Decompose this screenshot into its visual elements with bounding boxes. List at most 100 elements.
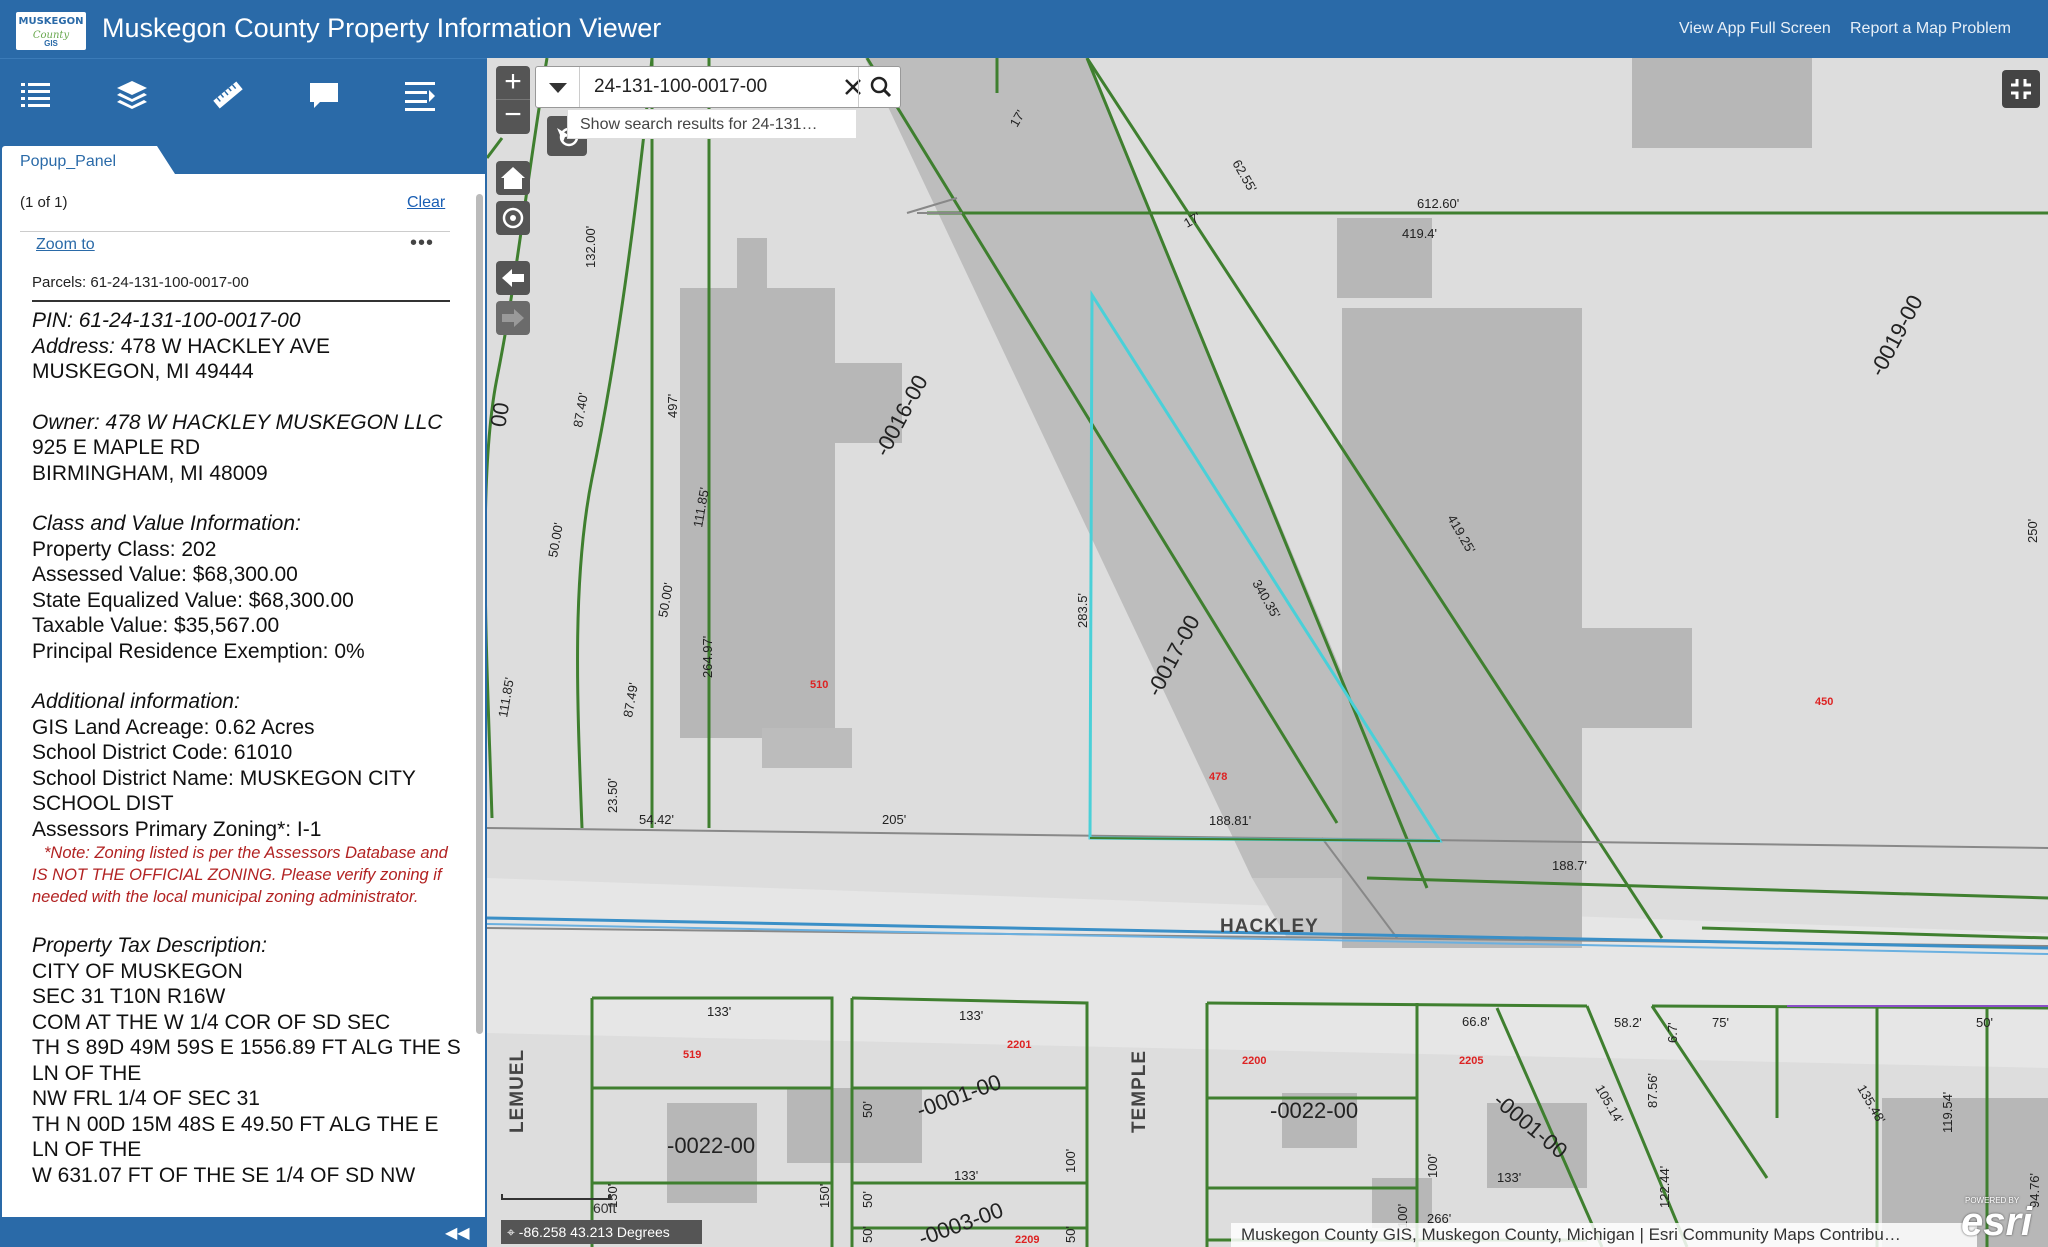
pin-label: PIN: [32,309,73,332]
tax-desc-line: NW FRL 1/4 OF SEC 31 [32,1087,260,1110]
dimension-label: 497' [665,394,680,418]
search-input[interactable] [580,67,840,107]
assessed-value: Assessed Value: $68,300.00 [32,563,298,586]
parcel-label: -0001-00 [913,1069,1004,1123]
address-line2: MUSKEGON, MI 49444 [32,360,254,383]
divider [32,300,450,302]
view-full-screen-link[interactable]: View App Full Screen [1679,20,1831,38]
scale-bar: 60ft [501,1194,616,1216]
address-line1: 478 W HACKLEY AVE [120,334,331,358]
owner-address-line2: BIRMINGHAM, MI 48009 [32,461,268,485]
school-district-code: School District Code: 61010 [32,741,293,764]
divider [20,231,450,232]
dimension-label: 150' [817,1184,832,1208]
zoom-in-button[interactable]: + [496,66,530,100]
logo-text-gis: GIS [44,39,58,48]
dimension-label: 50.00' [655,581,676,618]
owner-name: 478 W HACKLEY MUSKEGON LLC [105,410,443,434]
dimension-label: 111.85' [690,486,712,528]
dimension-label: 133' [707,1004,731,1019]
tax-description-heading: Property Tax Description: [32,934,267,957]
dimension-label: 250' [2025,519,2040,543]
address-label: Address: [32,334,115,358]
dimension-label: 105.14' [1592,1082,1626,1126]
street-label-temple: TEMPLE [1129,1050,1150,1133]
next-extent-button[interactable] [496,301,530,335]
tax-desc-line: TH S 89D 49M 59S E 1556.89 FT ALG THE S … [32,1036,461,1085]
search-suggestion-item[interactable]: Show search results for 24-131… [567,109,857,139]
address-number: 2201 [1007,1039,1031,1051]
popup-panel-body: (1 of 1) Clear Zoom to ••• Parcels: 61-2… [2,174,485,1217]
search-source-dropdown[interactable] [536,67,580,107]
parcel-label: -0022-00 [1270,1098,1358,1123]
street-label-hackley: HACKLEY [1220,916,1319,937]
property-class: Property Class: 202 [32,537,217,561]
tax-desc-line: CITY OF MUSKEGON [32,959,243,983]
panel-scrollbar[interactable] [476,194,483,1034]
home-button[interactable] [496,161,530,195]
search-widget [535,66,901,108]
dimension-label: 50' [860,1101,875,1118]
app-title: Muskegon County Property Information Vie… [102,13,662,43]
additional-info-heading: Additional information: [32,690,240,713]
parcel-label: -0003-00 [915,1197,1006,1247]
arrow-right-icon [502,309,524,327]
state-equalized-value: State Equalized Value: $68,300.00 [32,588,354,612]
report-map-problem-link[interactable]: Report a Map Problem [1850,20,2011,38]
esri-logo[interactable]: esri [1961,1200,2032,1245]
dimension-label: 6.7' [1665,1022,1680,1043]
muskegon-gis-logo: MUSKEGON County GIS [16,12,86,50]
popup-panel-tab[interactable]: Popup_Panel [2,146,175,174]
layers-icon[interactable] [110,73,154,117]
dimension-label: 50.00' [545,521,566,558]
home-icon [501,167,525,189]
tax-desc-line: W 631.07 FT OF THE SE 1/4 OF SD NW [32,1163,416,1187]
pin-row: PIN: 61-24-131-100-0017-00 [32,308,462,334]
map-view[interactable]: 612.60' 419.4' 17' 17' 62.55' 132.00' 87… [487,58,2048,1247]
locate-button[interactable] [496,201,530,235]
zoning-note: *Note: Zoning listed is per the Assessor… [32,844,448,906]
dimension-label: 75' [1712,1015,1729,1030]
previous-extent-button[interactable] [496,261,530,295]
owner-label: Owner: [32,410,100,434]
more-options-icon[interactable]: ••• [410,232,434,255]
principal-residence-exemption: Principal Residence Exemption: 0% [32,639,365,663]
dimension-label: 54.42' [639,812,674,827]
zoom-out-button[interactable]: − [496,100,530,134]
tax-desc-line: COM AT THE W 1/4 COR OF SD SEC [32,1010,391,1034]
search-icon [870,76,892,98]
fullscreen-button[interactable] [2002,70,2040,108]
locate-icon [502,207,524,229]
dimension-label: 612.60' [1417,196,1459,211]
popup-panel-tab-label: Popup_Panel [20,153,117,170]
legend-list-icon[interactable] [14,73,58,117]
map-attribution[interactable]: Muskegon County GIS, Muskegon County, Mi… [1231,1223,1977,1247]
comment-icon[interactable] [302,73,346,117]
dimension-label: 419.4' [1402,226,1437,241]
dimension-label: 50' [1063,1226,1078,1243]
measure-ruler-icon[interactable] [206,73,250,117]
address-number: 519 [683,1049,701,1061]
collapse-panel-icon[interactable]: ◀◀ [445,1223,470,1243]
dimension-label: 66.8' [1462,1014,1490,1029]
parcel-label: -0017-00 [1141,611,1204,701]
clear-button[interactable]: Clear [407,194,445,212]
crosshair-icon: ⌖ [507,1224,519,1240]
zoom-control: + − [496,66,530,134]
dimension-label: 111.85' [495,676,517,718]
school-district-name: School District Name: MUSKEGON CITY SCHO… [32,766,416,816]
dimension-label: 17' [1007,107,1028,129]
menu-list-icon[interactable] [398,73,442,117]
popup-panel: Popup_Panel (1 of 1) Clear Zoom to ••• P… [0,146,487,1217]
class-value-heading: Class and Value Information: [32,512,301,535]
search-button[interactable] [858,67,902,107]
dimension-label: 188.81' [1209,813,1251,828]
zoom-to-link[interactable]: Zoom to [36,236,95,254]
parcel-label: 00 [487,400,514,428]
dimension-label: 87.56' [1645,1073,1660,1108]
dimension-label: 122.44' [1657,1166,1672,1208]
address-number: 450 [1815,696,1833,708]
